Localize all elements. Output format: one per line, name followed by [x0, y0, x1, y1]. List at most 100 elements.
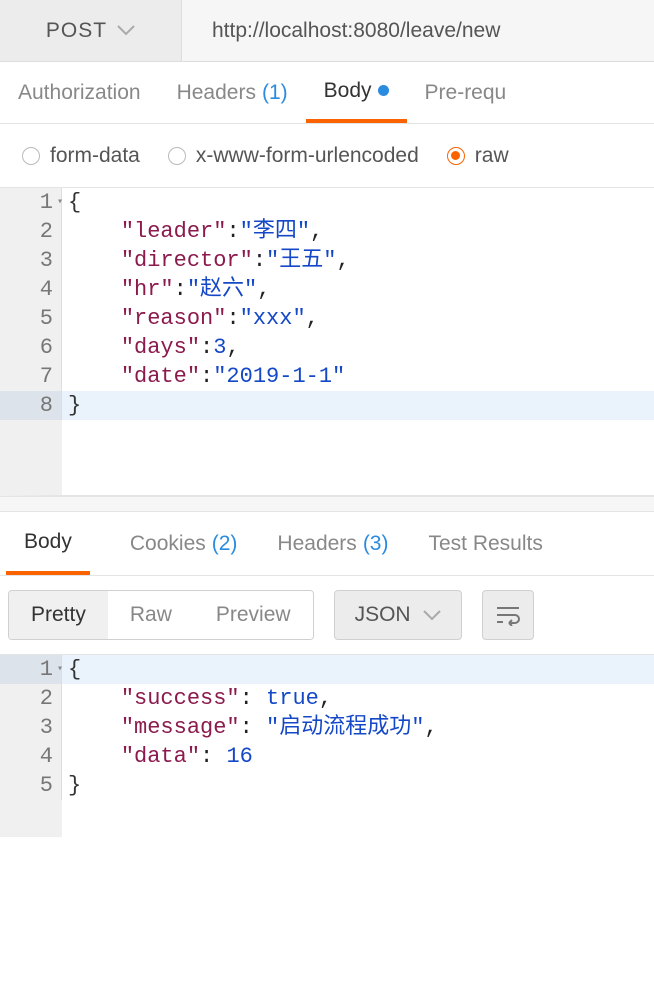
radio-raw[interactable]: raw	[447, 144, 509, 168]
radio-form-data[interactable]: form-data	[22, 144, 140, 168]
editor-empty-area[interactable]	[0, 800, 654, 837]
json-key: "director"	[121, 248, 253, 273]
json-value: "xxx"	[240, 306, 306, 331]
http-method-label: POST	[46, 19, 107, 43]
chevron-down-icon	[117, 19, 135, 42]
json-value: true	[266, 686, 319, 711]
radio-icon	[22, 147, 40, 165]
json-key: "date"	[121, 364, 200, 389]
json-key: "days"	[121, 335, 200, 360]
comma: ,	[319, 686, 332, 711]
colon: :	[240, 686, 266, 711]
tab-authorization-label: Authorization	[18, 81, 141, 105]
request-body-editor[interactable]: 1▾ { 2 "leader":"李四", 3 "director":"王五",…	[0, 188, 654, 420]
format-label: JSON	[355, 603, 411, 627]
view-preview-label: Preview	[216, 603, 291, 626]
response-body-viewer[interactable]: 1▾ { 2 "success": true, 3 "message": "启动…	[0, 655, 654, 800]
line-number: 2	[0, 217, 62, 246]
fold-arrow-icon[interactable]: ▾	[57, 655, 63, 684]
comma: ,	[226, 335, 239, 360]
tab-body[interactable]: Body	[306, 62, 407, 123]
line-number: 6	[0, 333, 62, 362]
colon: :	[200, 364, 213, 389]
tab-prerequest-label: Pre-requ	[425, 81, 507, 105]
radio-raw-label: raw	[475, 144, 509, 168]
json-value: "2019-1-1"	[213, 364, 345, 389]
response-tab-headers-label: Headers	[277, 532, 356, 556]
comma: ,	[424, 715, 437, 740]
view-mode-segment: Pretty Raw Preview	[8, 590, 314, 640]
editor-empty-area[interactable]	[0, 420, 654, 496]
view-raw[interactable]: Raw	[108, 591, 194, 639]
wrap-icon	[495, 604, 521, 626]
json-key: "hr"	[121, 277, 174, 302]
response-tab-headers[interactable]: Headers (3)	[277, 512, 388, 575]
tab-authorization[interactable]: Authorization	[0, 62, 159, 123]
json-key: "data"	[121, 744, 200, 769]
comma: ,	[310, 219, 323, 244]
line-number: 1▾	[0, 188, 62, 217]
brace-open: {	[68, 190, 81, 215]
json-value: "赵六"	[187, 277, 257, 302]
line-number: 5	[0, 304, 62, 333]
colon: :	[240, 715, 266, 740]
url-text: http://localhost:8080/leave/new	[212, 19, 500, 43]
body-type-bar: form-data x-www-form-urlencoded raw	[0, 124, 654, 188]
response-tab-cookies-count: (2)	[212, 532, 238, 556]
view-pretty[interactable]: Pretty	[9, 591, 108, 639]
tab-prerequest[interactable]: Pre-requ	[407, 62, 507, 123]
tab-body-label: Body	[324, 79, 372, 103]
radio-icon	[168, 147, 186, 165]
response-tab-cookies[interactable]: Cookies (2)	[130, 512, 238, 575]
json-value: 3	[213, 335, 226, 360]
response-tab-body-label: Body	[24, 530, 72, 554]
json-key: "leader"	[121, 219, 227, 244]
json-value: 16	[226, 744, 252, 769]
json-value: "王五"	[266, 248, 336, 273]
http-method-select[interactable]: POST	[0, 0, 182, 61]
response-tab-tests-label: Test Results	[428, 532, 542, 556]
response-tab-tests[interactable]: Test Results	[428, 512, 542, 575]
radio-selected-icon	[447, 147, 465, 165]
colon: :	[174, 277, 187, 302]
colon: :	[200, 744, 226, 769]
panel-divider[interactable]	[0, 496, 654, 512]
url-input[interactable]: http://localhost:8080/leave/new	[182, 0, 654, 61]
radio-urlencoded[interactable]: x-www-form-urlencoded	[168, 144, 419, 168]
comma: ,	[336, 248, 349, 273]
response-tabs: Body Cookies (2) Headers (3) Test Result…	[0, 512, 654, 576]
line-number: 2	[0, 684, 62, 713]
response-tab-cookies-label: Cookies	[130, 532, 206, 556]
tab-headers-count: (1)	[262, 81, 288, 105]
json-value: "李四"	[240, 219, 310, 244]
brace-close: }	[68, 393, 81, 418]
line-number: 7	[0, 362, 62, 391]
view-preview[interactable]: Preview	[194, 591, 313, 639]
response-view-controls: Pretty Raw Preview JSON	[0, 576, 654, 655]
unsaved-dot-icon	[378, 85, 389, 96]
response-tab-body[interactable]: Body	[6, 512, 90, 575]
chevron-down-icon	[423, 603, 441, 627]
line-number: 4	[0, 275, 62, 304]
line-number: 3	[0, 246, 62, 275]
brace-open: {	[68, 657, 81, 682]
json-value: "启动流程成功"	[266, 715, 424, 740]
colon: :	[226, 306, 239, 331]
json-key: "success"	[121, 686, 240, 711]
fold-arrow-icon[interactable]: ▾	[57, 188, 63, 217]
line-number: 4	[0, 742, 62, 771]
line-number: 3	[0, 713, 62, 742]
radio-form-data-label: form-data	[50, 144, 140, 168]
request-bar: POST http://localhost:8080/leave/new	[0, 0, 654, 62]
json-key: "reason"	[121, 306, 227, 331]
json-key: "message"	[121, 715, 240, 740]
radio-urlencoded-label: x-www-form-urlencoded	[196, 144, 419, 168]
colon: :	[226, 219, 239, 244]
line-number: 8	[0, 391, 62, 420]
tab-headers[interactable]: Headers (1)	[159, 62, 306, 123]
format-select[interactable]: JSON	[334, 590, 462, 640]
view-raw-label: Raw	[130, 603, 172, 626]
line-number: 5	[0, 771, 62, 800]
wrap-lines-button[interactable]	[482, 590, 534, 640]
line-number: 1▾	[0, 655, 62, 684]
